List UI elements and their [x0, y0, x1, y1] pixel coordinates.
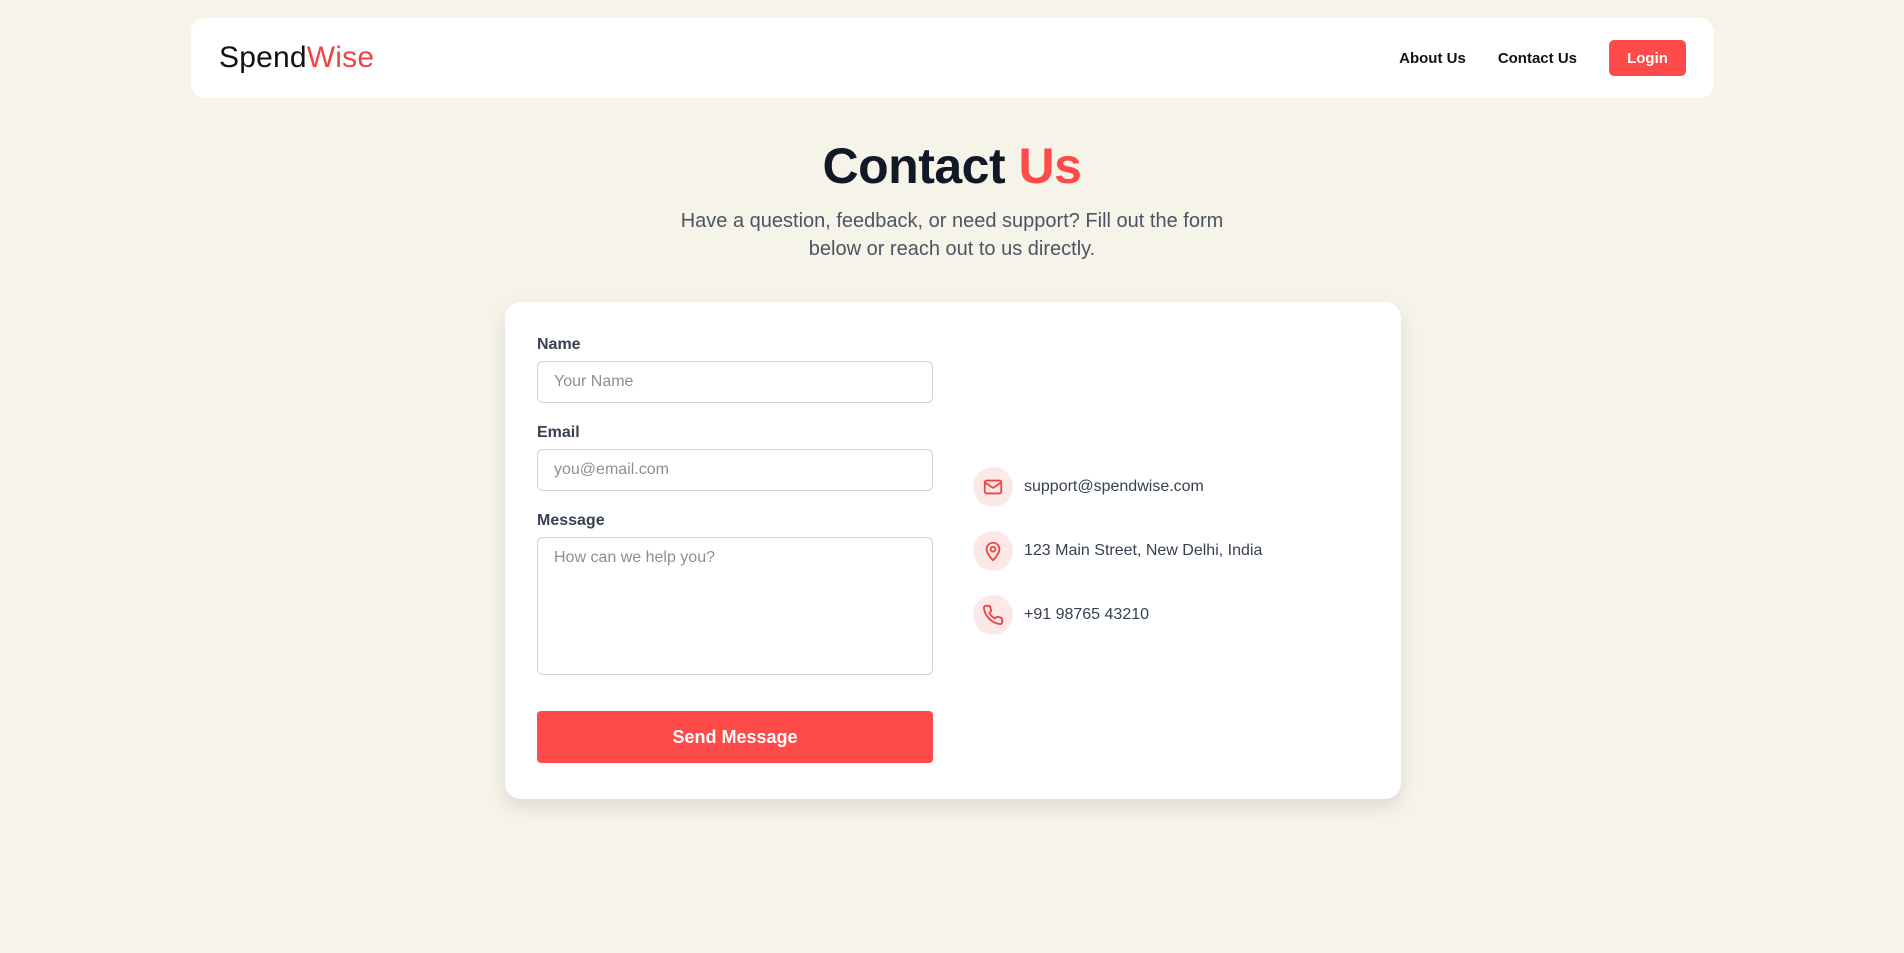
contact-phone-text[interactable]: +91 98765 43210	[1024, 606, 1149, 624]
nav-links: About Us Contact Us Login	[1367, 40, 1686, 76]
brand-name-part2: Wise	[306, 41, 375, 74]
contact-info: support@spendwise.com 123 Main Street, N…	[973, 467, 1262, 659]
contact-address-text: 123 Main Street, New Delhi, India	[1024, 542, 1263, 559]
contact-form: Name Email Message Send Message	[537, 336, 933, 763]
page-subtitle: Have a question, feedback, or need suppo…	[680, 210, 1224, 260]
message-label: Message	[537, 512, 605, 529]
brand-logo[interactable]: SpendWise	[219, 41, 374, 75]
mail-icon	[973, 467, 1013, 507]
name-input[interactable]	[537, 361, 933, 403]
email-input[interactable]	[537, 449, 933, 491]
nav-link-about[interactable]: About Us	[1399, 50, 1466, 67]
contact-email-item: support@spendwise.com	[973, 467, 1262, 507]
contact-phone-item: +91 98765 43210	[973, 595, 1262, 635]
phone-icon	[973, 595, 1013, 635]
name-label: Name	[537, 336, 581, 353]
map-pin-icon	[973, 531, 1013, 571]
login-button[interactable]: Login	[1609, 40, 1686, 76]
page-title: Contact Us	[0, 137, 1904, 195]
message-textarea[interactable]	[537, 537, 933, 675]
email-label: Email	[537, 424, 580, 441]
nav-link-contact[interactable]: Contact Us	[1498, 50, 1577, 67]
send-message-button[interactable]: Send Message	[537, 711, 933, 763]
contact-email-text[interactable]: support@spendwise.com	[1024, 478, 1204, 496]
page-title-part2: Us	[1018, 138, 1082, 194]
contact-address-item: 123 Main Street, New Delhi, India	[973, 531, 1262, 571]
page-title-part1: Contact	[822, 138, 1006, 194]
contact-card: Name Email Message Send Message support@…	[505, 302, 1401, 799]
brand-name-part1: Spend	[219, 41, 307, 74]
navbar: SpendWise About Us Contact Us Login	[191, 18, 1714, 98]
